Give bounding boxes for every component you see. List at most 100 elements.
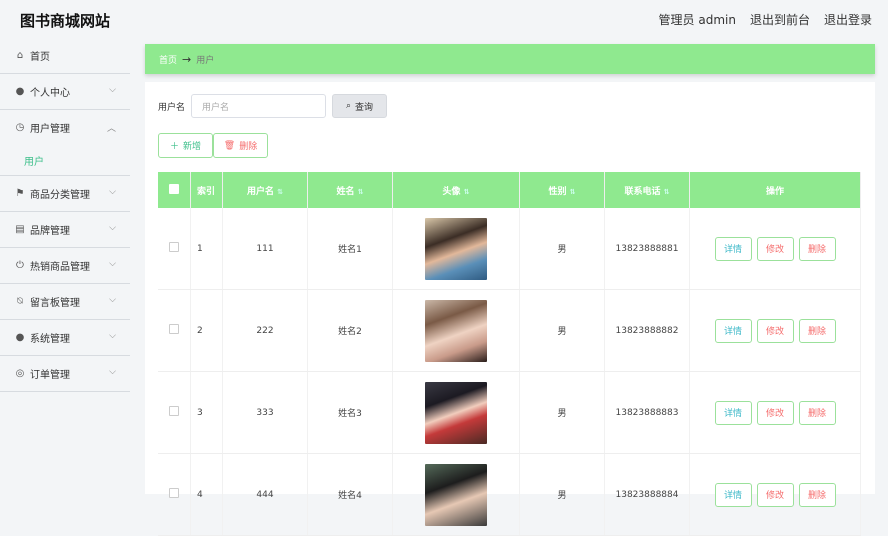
row-checkbox[interactable] <box>169 324 179 334</box>
row-delete-button[interactable]: 删除 <box>798 236 836 261</box>
avatar <box>425 381 487 444</box>
table-row: 3 333 姓名3 男 13823888883 详情 修改 删除 <box>158 371 861 454</box>
top-bar: 图书商城网站 管理员 admin 退出到前台 退出登录 <box>0 0 888 38</box>
chevron-up-icon: ︿ <box>106 124 116 134</box>
flag-icon: ⚑ <box>15 188 25 199</box>
detail-button[interactable]: 详情 <box>714 236 752 261</box>
header-username[interactable]: 用户名 ⇅ <box>222 172 308 208</box>
chevron-down-icon: ⌵ <box>109 223 116 233</box>
sidebar-item-brand[interactable]: ▤ 品牌管理 ⌵ <box>0 212 130 248</box>
cell-actions: 详情 修改 删除 <box>689 371 861 454</box>
power-icon: ⏻ <box>16 260 24 271</box>
sidebar-item-profile[interactable]: ● 个人中心 ⌵ <box>0 74 130 110</box>
row-select-cell <box>158 289 191 372</box>
cell-username: 444 <box>222 453 308 536</box>
sidebar-item-home[interactable]: ⌂ 首页 <box>0 38 130 74</box>
detail-button[interactable]: 详情 <box>714 400 752 425</box>
username-search-input[interactable]: 用户名 <box>191 94 327 118</box>
header-avatar-label: 头像 <box>442 186 461 197</box>
person-icon: ● <box>15 332 25 343</box>
header-username-label: 用户名 <box>247 186 275 197</box>
row-checkbox[interactable] <box>169 242 179 252</box>
table-row: 2 222 姓名2 男 13823888882 详情 修改 删除 <box>158 289 861 372</box>
row-select-cell <box>158 371 191 454</box>
top-nav: 管理员 admin 退出到前台 退出登录 <box>659 11 872 28</box>
target-icon: ◎ <box>15 368 25 379</box>
table-row: 4 444 姓名4 男 13823888884 详情 修改 删除 <box>158 453 861 536</box>
arrow-right-icon: → <box>182 52 192 66</box>
logout-link[interactable]: 退出登录 <box>824 11 872 28</box>
cell-name: 姓名1 <box>307 208 393 290</box>
row-checkbox[interactable] <box>169 488 179 498</box>
sidebar-item-label: 留言板管理 <box>30 298 80 309</box>
cell-index: 1 <box>190 208 223 290</box>
sidebar-item-category[interactable]: ⚑ 商品分类管理 ⌵ <box>0 176 130 212</box>
chevron-down-icon: ⌵ <box>109 331 116 341</box>
search-row: 用户名 用户名 ⌕ 查询 <box>158 94 388 118</box>
cell-phone: 13823888882 <box>604 289 690 372</box>
sidebar-item-messages[interactable]: ⍉ 留言板管理 ⌵ <box>0 284 130 320</box>
sidebar-item-system[interactable]: ● 系统管理 ⌵ <box>0 320 130 356</box>
search-button[interactable]: ⌕ 查询 <box>332 94 388 118</box>
header-phone[interactable]: 联系电话 ⇅ <box>604 172 690 208</box>
sidebar-item-label: 订单管理 <box>30 370 70 381</box>
breadcrumb: 首页 → 用户 <box>145 44 875 74</box>
search-icon: ⌕ <box>345 101 352 111</box>
sort-icon: ⇅ <box>569 187 576 196</box>
sidebar-item-label: 热销商品管理 <box>30 262 90 273</box>
avatar <box>425 299 487 362</box>
row-delete-button[interactable]: 删除 <box>798 400 836 425</box>
cell-avatar <box>392 208 520 290</box>
breadcrumb-current: 用户 <box>196 55 215 66</box>
edit-button[interactable]: 修改 <box>756 318 794 343</box>
cell-gender: 男 <box>519 371 605 454</box>
cell-name: 姓名4 <box>307 453 393 536</box>
cell-gender: 男 <box>519 208 605 290</box>
header-name[interactable]: 姓名 ⇅ <box>307 172 393 208</box>
row-delete-button[interactable]: 删除 <box>798 482 836 507</box>
admin-label: 管理员 admin <box>658 13 736 27</box>
cell-name: 姓名3 <box>307 371 393 454</box>
row-delete-button[interactable]: 删除 <box>798 318 836 343</box>
chevron-down-icon: ⌵ <box>109 259 116 269</box>
row-select-cell <box>158 453 191 536</box>
cell-name: 姓名2 <box>307 289 393 372</box>
cell-index: 4 <box>190 453 223 536</box>
sidebar-item-users[interactable]: ◷ 用户管理 ︿ <box>0 110 130 145</box>
sidebar-subitem-user[interactable]: 用户 <box>0 145 130 176</box>
sidebar-item-label: 首页 <box>30 52 50 63</box>
sidebar-item-orders[interactable]: ◎ 订单管理 ⌵ <box>0 356 130 392</box>
sort-icon: ⇅ <box>463 187 470 196</box>
breadcrumb-home[interactable]: 首页 <box>159 53 177 66</box>
delete-button[interactable]: 🗑 删除 <box>213 133 268 158</box>
cell-index: 3 <box>190 371 223 454</box>
cell-phone: 13823888881 <box>604 208 690 290</box>
row-checkbox[interactable] <box>169 406 179 416</box>
select-all-checkbox[interactable] <box>169 183 179 194</box>
header-gender[interactable]: 性别 ⇅ <box>519 172 605 208</box>
edit-button[interactable]: 修改 <box>756 482 794 507</box>
detail-button[interactable]: 详情 <box>714 318 752 343</box>
header-avatar[interactable]: 头像 ⇅ <box>392 172 520 208</box>
sort-icon: ⇅ <box>357 187 364 196</box>
edit-button[interactable]: 修改 <box>756 236 794 261</box>
cell-phone: 13823888883 <box>604 371 690 454</box>
user-icon: ● <box>15 86 25 97</box>
edit-button[interactable]: 修改 <box>756 400 794 425</box>
cell-index: 2 <box>190 289 223 372</box>
sidebar-item-label: 用户管理 <box>30 124 70 135</box>
chevron-down-icon: ⌵ <box>109 367 116 377</box>
search-label: 用户名 <box>158 102 186 113</box>
clock-icon: ◷ <box>15 122 25 133</box>
sidebar-item-hot-products[interactable]: ⏻ 热销商品管理 ⌵ <box>0 248 130 284</box>
site-title: 图书商城网站 <box>20 12 111 30</box>
sidebar-item-label: 商品分类管理 <box>30 190 90 201</box>
select-all-cell <box>158 172 191 208</box>
sidebar: ⌂ 首页 ● 个人中心 ⌵ ◷ 用户管理 ︿ 用户 ⚑ 商品分类管理 ⌵ ▤ 品… <box>0 38 130 494</box>
detail-button[interactable]: 详情 <box>714 482 752 507</box>
cell-username: 111 <box>222 208 308 290</box>
main-panel: 用户名 用户名 ⌕ 查询 ＋ 新增 🗑 删除 索引 用户名 ⇅ 姓名 ⇅ 头像 ⇅ 性… <box>145 82 875 536</box>
header-name-label: 姓名 <box>336 186 355 197</box>
exit-to-front-link[interactable]: 退出到前台 <box>750 11 810 28</box>
add-button[interactable]: ＋ 新增 <box>158 133 213 158</box>
